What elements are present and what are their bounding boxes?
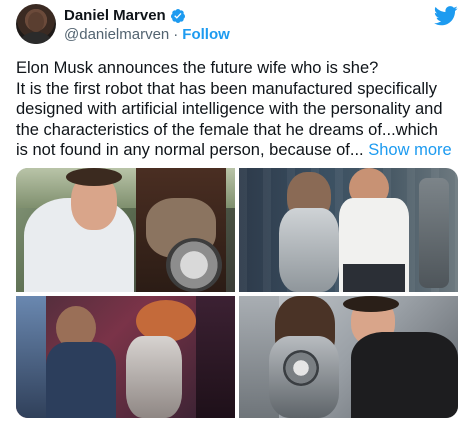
media-photo-2[interactable] [239,168,458,292]
twitter-bird-icon[interactable] [434,6,458,26]
author-handle[interactable]: @danielmarven [64,26,169,43]
separator-dot: · [173,26,179,43]
tweet-line: the characteristics of the female that h… [16,120,438,139]
tweet-line: is not found in any normal person, becau… [16,141,452,159]
tweet-card: Daniel Marven @danielmarven · Follow Elo… [0,0,474,424]
tweet-line: Elon Musk announces the future wife who … [16,59,379,77]
tweet-text: Elon Musk announces the future wife who … [16,58,466,161]
tweet-line: designed with artificial intelligence wi… [16,100,443,118]
follow-link[interactable]: Follow [182,26,230,43]
author-name[interactable]: Daniel Marven [64,7,166,24]
avatar[interactable] [16,4,56,44]
show-more-link[interactable]: Show more [368,141,451,159]
verified-badge-icon [170,8,185,23]
media-photo-1[interactable] [16,168,235,292]
author-name-row: Daniel Marven [64,7,186,24]
author-handle-row: @danielmarven · Follow [64,26,230,43]
tweet-line: It is the first robot that has been manu… [16,79,437,98]
media-photo-3[interactable] [16,296,235,418]
media-photo-4[interactable] [239,296,458,418]
media-grid [16,168,458,418]
